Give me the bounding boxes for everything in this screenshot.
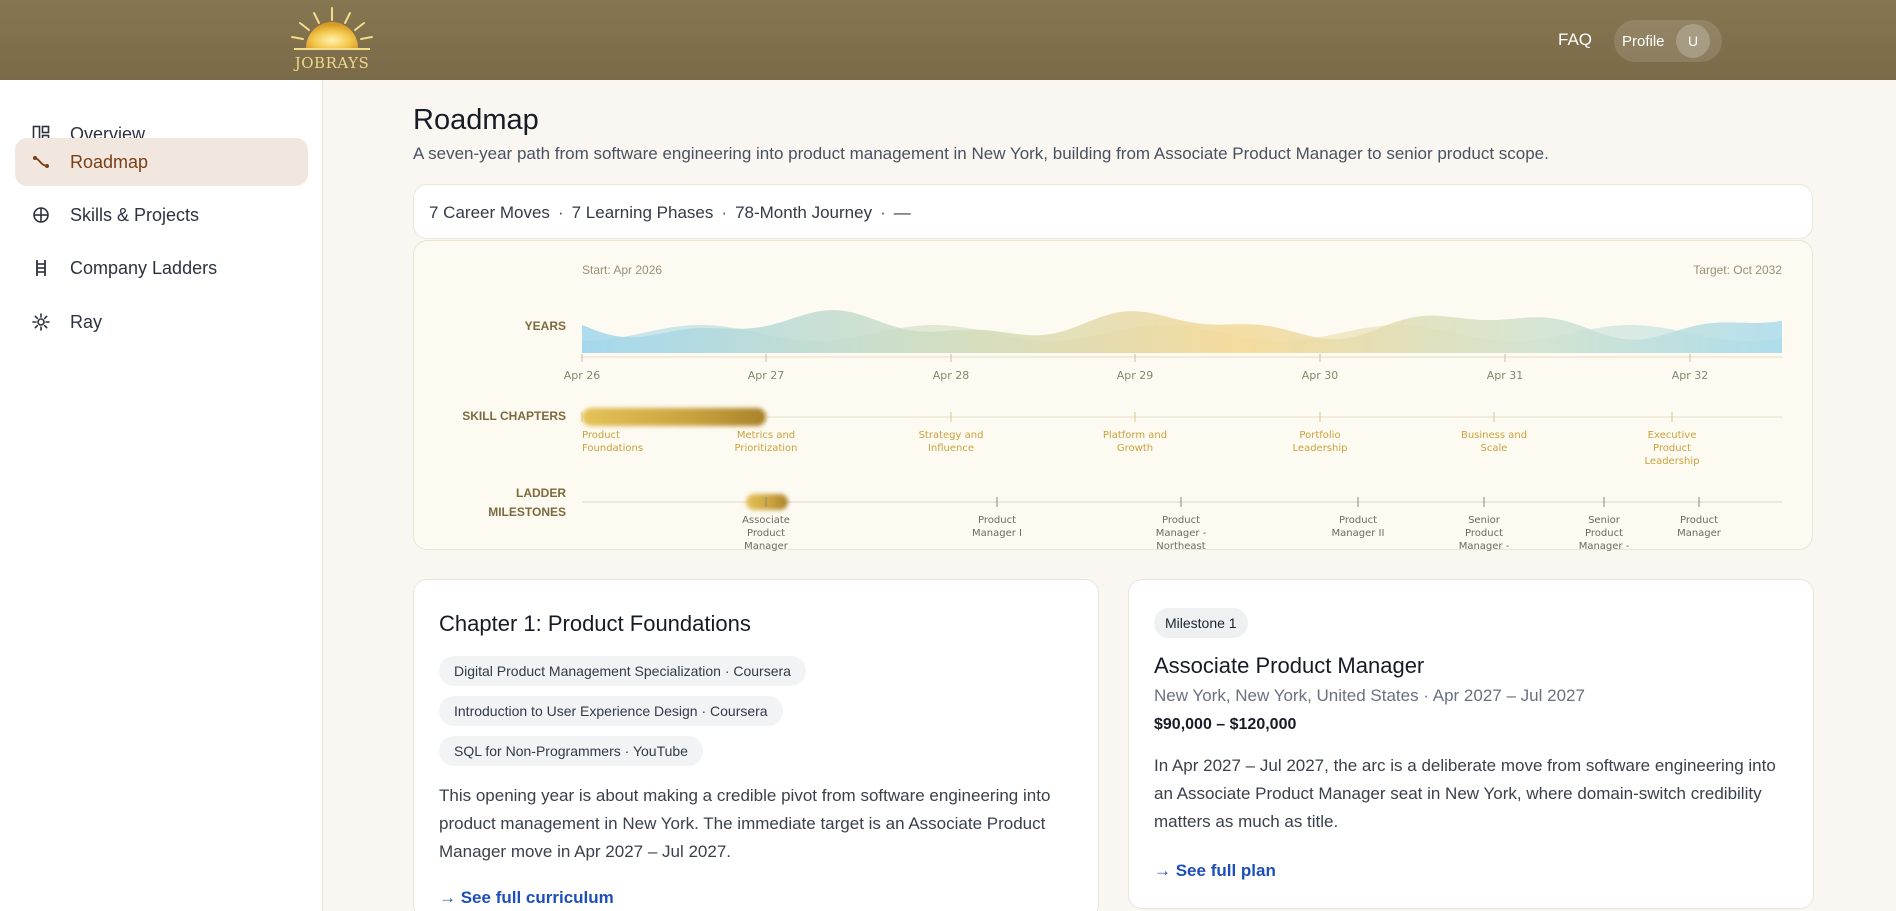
- course-chip[interactable]: Digital Product Management Specializatio…: [439, 656, 806, 686]
- course-chip[interactable]: Introduction to User Experience Design ·…: [439, 696, 783, 726]
- start-label: Start: Apr 2026: [582, 263, 662, 277]
- chapter-title: Chapter 1: Product Foundations: [439, 611, 751, 636]
- page-subtitle: A seven-year path from software engineer…: [413, 144, 1549, 163]
- page-title: Roadmap: [413, 104, 539, 136]
- chapter-card: Chapter 1: Product Foundations Digital P…: [413, 579, 1099, 911]
- journey-length-stat: 78-Month Journey: [735, 203, 873, 222]
- timeline-graphic: Start: Apr 2026 Target: Oct 2032 YEARS SKIL…: [462, 263, 1782, 551]
- milestone-description: In Apr 2027 – Jul 2027, the arc is a del…: [1154, 756, 1776, 831]
- see-full-plan-link[interactable]: → See full plan: [1154, 861, 1276, 881]
- milestone-label: ProductManager -NortheastUnited StatesMa…: [1147, 515, 1215, 551]
- milestone-label: Product Manager II: [1332, 515, 1385, 539]
- sidebar-item-label: Skills & Projects: [70, 204, 200, 225]
- sidebar: Overview Roadmap Skills & Projects Compa…: [0, 80, 323, 911]
- avatar: U: [1676, 24, 1710, 58]
- year-tick-label: Apr 30: [1302, 369, 1339, 382]
- profile-button[interactable]: Profile U: [1614, 20, 1722, 62]
- year-tick-label: Apr 27: [748, 369, 785, 382]
- milestone-location-dates: New York, New York, United States · Apr …: [1154, 686, 1585, 705]
- chapter-label: Portfolio Leadership: [1293, 430, 1348, 454]
- extra-stat: —: [893, 203, 911, 222]
- ray-icon: [31, 312, 51, 332]
- milestone-title: Associate Product Manager: [1154, 653, 1425, 678]
- milestone-label: SeniorProductManager -Growth orPlatform: [1579, 515, 1630, 551]
- year-tick-label: Apr 32: [1672, 369, 1709, 382]
- chapter-label: Executive Product Leadership: [1645, 430, 1700, 467]
- roadmap-stats-bar: 7 Career Moves · 7 Learning Phases · 78-Mont…: [413, 184, 1813, 239]
- chapter-label: Business and Scale: [1461, 430, 1527, 454]
- sidebar-item-label: Roadmap: [70, 151, 149, 172]
- course-chip[interactable]: SQL for Non-Programmers · YouTube: [439, 736, 703, 766]
- milestone-badge: Milestone 1: [1154, 608, 1248, 638]
- career-moves-stat: 7 Career Moves: [429, 203, 550, 222]
- ladder-milestones-row-label: MILESTONES: [488, 505, 566, 519]
- year-tick-label: Apr 31: [1487, 369, 1524, 382]
- ladder-milestones-row-label: LADDER: [516, 486, 566, 500]
- chapter-label: Platform and Growth: [1103, 430, 1167, 454]
- logo-text: JOBRAYS: [294, 54, 370, 72]
- target-label: Target: Oct 2032: [1693, 263, 1782, 277]
- sun-logo-icon: [291, 7, 373, 50]
- year-tick-label: Apr 29: [1117, 369, 1154, 382]
- milestone-label: Associate Product Manager: [742, 515, 790, 551]
- active-milestone-marker: [746, 494, 788, 510]
- year-tick-label: Apr 26: [564, 369, 601, 382]
- learning-phases-stat: 7 Learning Phases: [571, 203, 714, 222]
- sidebar-item-skills-projects[interactable]: Skills & Projects: [15, 191, 308, 239]
- skills-icon: [31, 205, 51, 225]
- chapter-label: Product Foundations: [582, 430, 643, 454]
- years-row-label: YEARS: [525, 319, 566, 333]
- sidebar-item-roadmap[interactable]: Roadmap: [15, 138, 308, 186]
- chapter-description: This opening year is about making a cred…: [439, 786, 1051, 861]
- milestone-label: Product Manager I: [972, 515, 1022, 539]
- skill-chapters-row-label: SKILL CHAPTERS: [462, 409, 566, 423]
- ladder-icon: [31, 258, 51, 278]
- top-bar: JOBRAYS FAQ Profile U: [0, 0, 1896, 80]
- roadmap-icon: [31, 152, 51, 172]
- sidebar-item-label: Company Ladders: [70, 257, 218, 278]
- faq-link[interactable]: FAQ: [1558, 30, 1592, 50]
- sidebar-item-company-ladders[interactable]: Company Ladders: [15, 244, 308, 292]
- roadmap-timeline: Start: Apr 2026 Target: Oct 2032 YEARS SKIL…: [413, 240, 1813, 551]
- see-full-curriculum-link[interactable]: → See full curriculum: [439, 888, 614, 908]
- milestone-label: Product Manager: [1677, 515, 1722, 539]
- chapter-label: Metrics and Prioritization: [735, 430, 798, 454]
- sidebar-item-ray[interactable]: Ray: [15, 298, 308, 346]
- separator: ·: [557, 203, 564, 222]
- active-chapter-bar: [582, 408, 766, 426]
- year-tick-label: Apr 28: [933, 369, 970, 382]
- milestone-card: Milestone 1 Associate Product Manager Ne…: [1128, 579, 1814, 909]
- sidebar-item-label: Ray: [70, 311, 103, 332]
- jobrays-logo[interactable]: JOBRAYS: [284, 4, 380, 76]
- profile-label: Profile: [1622, 32, 1665, 50]
- milestone-label: SeniorProductManager -Core Product: [1452, 515, 1516, 551]
- chapter-label: Strategy and Influence: [919, 430, 984, 454]
- separator: ·: [721, 203, 728, 222]
- milestone-salary: $90,000 – $120,000: [1154, 716, 1297, 733]
- separator: ·: [880, 203, 886, 222]
